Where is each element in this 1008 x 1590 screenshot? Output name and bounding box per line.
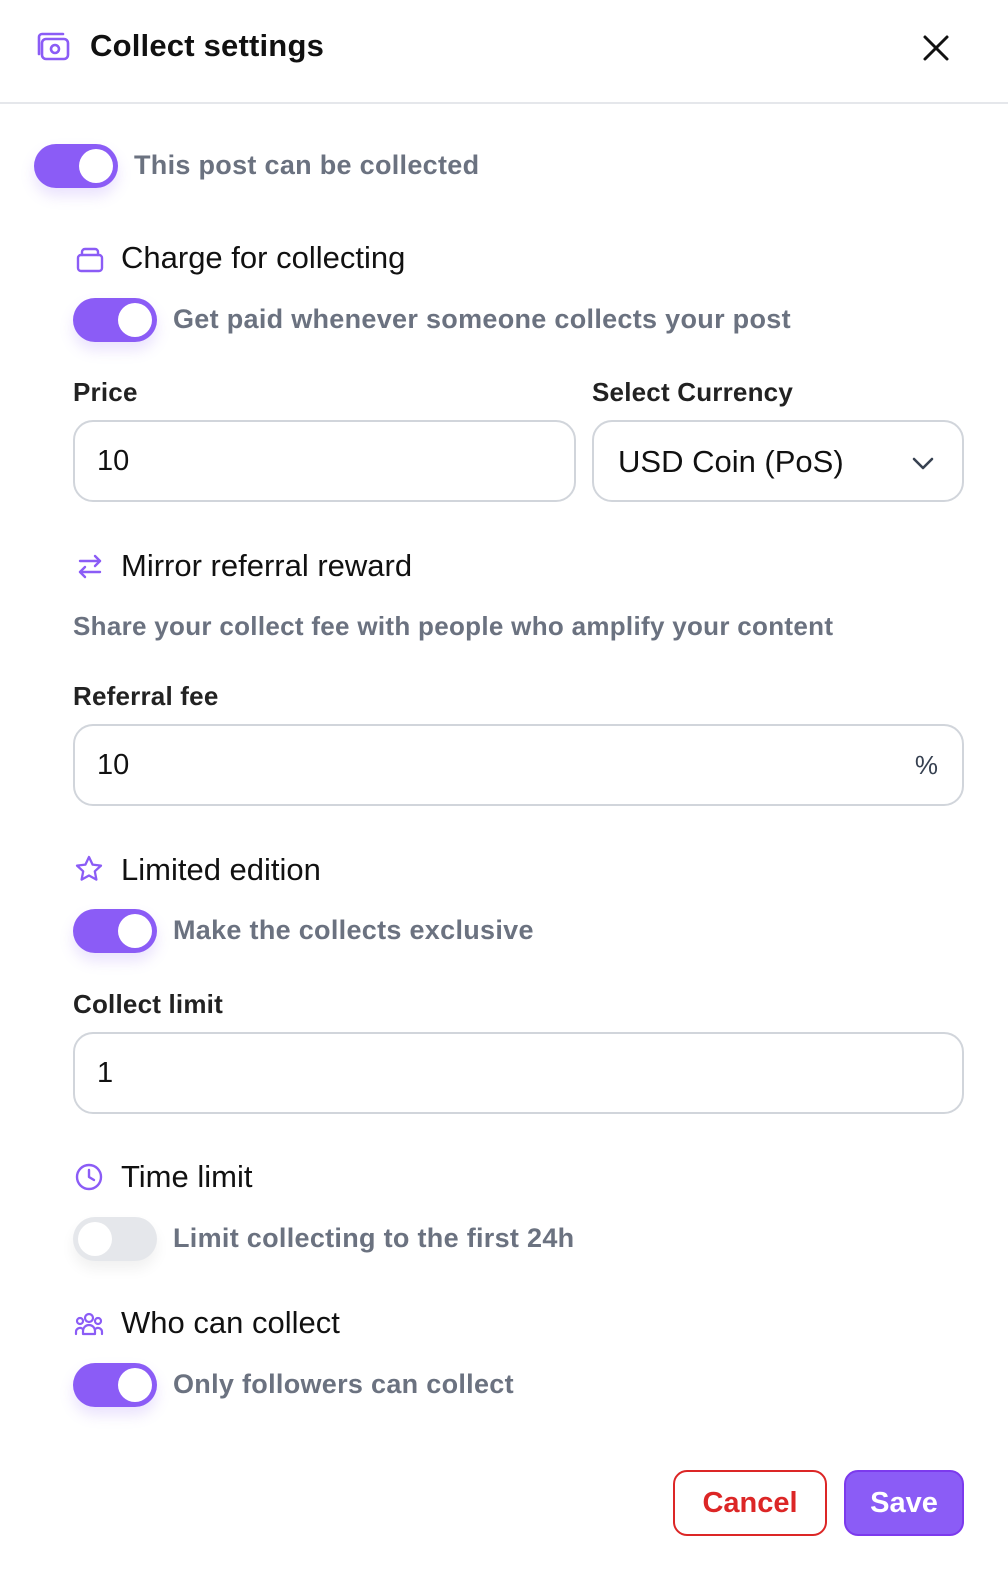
mirror-title: Mirror referral reward (121, 548, 413, 583)
collect-icon (37, 32, 70, 61)
collectable-toggle[interactable] (34, 144, 118, 188)
limited-title: Limited edition (121, 852, 321, 887)
price-field[interactable] (73, 420, 576, 502)
toggle-knob (118, 303, 152, 337)
close-icon[interactable] (918, 30, 954, 66)
switch-arrows-icon (78, 554, 102, 579)
collect-limit-input[interactable] (97, 1034, 894, 1112)
who-title: Who can collect (121, 1305, 340, 1340)
modal-header: Collect settings (0, 0, 1008, 104)
toggle-knob (78, 1222, 112, 1256)
toggle-knob (118, 1368, 152, 1402)
referral-fee-input[interactable] (97, 726, 894, 804)
currency-label: Select Currency (592, 377, 793, 407)
toggle-knob (118, 914, 152, 948)
currency-select[interactable]: USD Coin (PoS) (592, 420, 964, 502)
charge-toggle-label: Get paid whenever someone collects your … (173, 304, 791, 334)
collect-limit-field[interactable] (73, 1032, 964, 1114)
price-input[interactable] (97, 422, 506, 500)
save-button[interactable]: Save (844, 1470, 964, 1536)
percent-suffix: % (914, 750, 938, 780)
clock-icon (75, 1163, 103, 1191)
limited-toggle-label: Make the collects exclusive (173, 915, 534, 945)
referral-fee-field[interactable]: % (73, 724, 964, 806)
charge-toggle[interactable] (73, 298, 157, 342)
collectable-label: This post can be collected (134, 150, 480, 180)
star-icon (75, 855, 103, 881)
cancel-button[interactable]: Cancel (673, 1470, 827, 1536)
currency-value: USD Coin (PoS) (618, 444, 844, 479)
chevron-down-icon (912, 457, 934, 470)
followers-only-label: Only followers can collect (173, 1369, 514, 1399)
price-label: Price (73, 377, 138, 407)
collect-limit-label: Collect limit (73, 989, 223, 1019)
modal-title: Collect settings (90, 28, 325, 63)
lock-icon (76, 247, 104, 273)
time-toggle[interactable] (73, 1217, 157, 1261)
charge-title: Charge for collecting (121, 240, 406, 275)
time-title: Time limit (121, 1159, 253, 1194)
referral-fee-label: Referral fee (73, 681, 219, 711)
time-toggle-label: Limit collecting to the first 24h (173, 1223, 575, 1253)
limited-toggle[interactable] (73, 909, 157, 953)
users-icon (74, 1312, 104, 1336)
toggle-knob (79, 149, 113, 183)
followers-only-toggle[interactable] (73, 1363, 157, 1407)
mirror-description: Share your collect fee with people who a… (73, 611, 834, 641)
